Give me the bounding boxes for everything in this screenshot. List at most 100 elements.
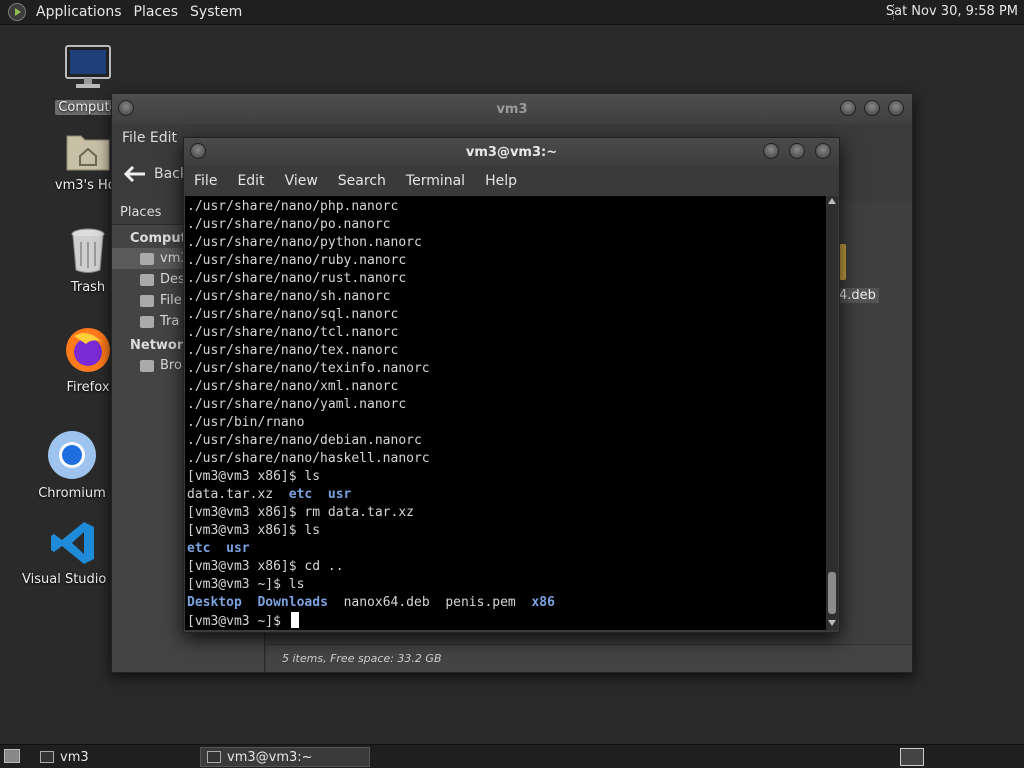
top-panel: Applications Places System Sat Nov 30, 9… — [0, 0, 1024, 25]
terminal-line: ./usr/share/nano/ruby.nanorc — [187, 253, 407, 268]
status-bar: 5 items, Free space: 33.2 GB — [266, 644, 912, 672]
sidebar-item-label: Tra — [160, 314, 180, 329]
firefox-icon — [66, 328, 110, 372]
terminal-line: ./usr/share/nano/python.nanorc — [187, 235, 422, 250]
terminal-line: Desktop Downloads nanox64.deb penis.pem … — [187, 594, 825, 612]
file-manager-titlebar[interactable]: vm3 — [112, 94, 912, 124]
taskbar-label: vm3 — [60, 749, 89, 765]
menu-places[interactable]: Places — [128, 4, 185, 20]
terminal-prompt-line[interactable]: [vm3@vm3 ~]$ — [187, 612, 825, 630]
terminal-window[interactable]: vm3@vm3:~ File Edit View Search Terminal… — [183, 137, 840, 633]
menu-file[interactable]: File — [194, 173, 217, 189]
terminal-line: ./usr/share/nano/xml.nanorc — [187, 379, 399, 394]
drive-icon — [140, 294, 154, 307]
ls-dir: Desktop — [187, 595, 242, 610]
file-manager-menubar[interactable]: File Edit — [122, 130, 177, 146]
scrollbar-thumb[interactable] — [828, 572, 836, 614]
terminal-line: ./usr/share/nano/debian.nanorc — [187, 433, 422, 448]
window-menu-button[interactable] — [190, 143, 206, 159]
terminal-line: ./usr/share/nano/sql.nanorc — [187, 307, 399, 322]
home-icon — [140, 252, 154, 265]
bottom-panel: vm3 vm3@vm3:~ — [0, 744, 1024, 768]
terminal-line: ./usr/bin/rnano — [187, 415, 305, 430]
prompt: [vm3@vm3 ~]$ — [187, 614, 289, 629]
maximize-button[interactable] — [789, 143, 805, 159]
text-cursor — [290, 612, 299, 628]
sidebar-item-label: Bro — [160, 358, 182, 373]
terminal-line: [vm3@vm3 x86]$ cd .. — [187, 559, 344, 574]
ls-dir: etc — [187, 541, 211, 556]
terminal-line: ./usr/share/nano/sh.nanorc — [187, 289, 391, 304]
back-button[interactable]: Back — [124, 166, 188, 182]
ls-file: nanox64.deb — [343, 595, 430, 610]
show-desktop-icon[interactable] — [4, 749, 20, 763]
workspace-switcher[interactable] — [900, 748, 924, 766]
desktop-icon-label: Firefox — [66, 380, 110, 395]
terminal-line: ./usr/share/nano/yaml.nanorc — [187, 397, 407, 412]
back-arrow-icon — [124, 166, 145, 182]
menu-help[interactable]: Help — [485, 173, 517, 189]
terminal-line: [vm3@vm3 x86]$ ls — [187, 469, 321, 484]
applications-icon[interactable] — [8, 3, 26, 21]
close-button[interactable] — [888, 100, 904, 116]
minimize-button[interactable] — [840, 100, 856, 116]
ls-dir: Downloads — [257, 595, 328, 610]
scroll-up-arrow-icon[interactable] — [828, 198, 836, 204]
terminal-scrollbar[interactable] — [826, 196, 838, 630]
sidebar-item-label: File — [160, 293, 182, 308]
terminal-line: ./usr/share/nano/tex.nanorc — [187, 343, 399, 358]
trash-icon — [140, 315, 154, 328]
terminal-line: ./usr/share/nano/rust.nanorc — [187, 271, 407, 286]
desktop-icon-label: Trash — [70, 280, 106, 295]
terminal-line: [vm3@vm3 x86]$ rm data.tar.xz — [187, 505, 414, 520]
terminal-menubar: File Edit View Search Terminal Help — [184, 166, 839, 196]
window-title: vm3@vm3:~ — [465, 145, 558, 160]
clock[interactable]: Sat Nov 30, 9:58 PM — [886, 4, 1018, 19]
menu-edit[interactable]: Edit — [237, 173, 264, 189]
terminal-line: ./usr/share/nano/texinfo.nanorc — [187, 361, 430, 376]
sidebar-item-label: Des — [160, 272, 185, 287]
vscode-icon — [51, 522, 94, 564]
file-item-label[interactable]: 4.deb — [836, 288, 879, 303]
ls-dir: x86 — [531, 595, 555, 610]
desktop-icon-label: Chromium — [38, 486, 106, 501]
terminal-output[interactable]: ./usr/share/nano/php.nanorc ./usr/share/… — [185, 196, 827, 630]
close-button[interactable] — [815, 143, 831, 159]
terminal-titlebar[interactable]: vm3@vm3:~ — [184, 138, 839, 166]
terminal-line: [vm3@vm3 x86]$ ls — [187, 523, 321, 538]
chromium-icon — [48, 431, 96, 479]
terminal-line: ./usr/share/nano/haskell.nanorc — [187, 451, 430, 466]
home-folder-icon — [66, 135, 110, 171]
desktop-icon — [140, 273, 154, 286]
taskbar-label: vm3@vm3:~ — [227, 749, 313, 765]
taskbar-item-file-manager[interactable]: vm3 — [34, 747, 95, 767]
ls-dir: usr — [327, 487, 352, 502]
ls-file: data.tar.xz — [187, 487, 274, 502]
terminal-line: etc usr — [187, 540, 825, 558]
window-title: vm3 — [496, 102, 528, 117]
terminal-icon — [207, 751, 221, 763]
computer-icon — [65, 45, 111, 88]
ls-dir: usr — [226, 541, 250, 556]
terminal-line: ./usr/share/nano/tcl.nanorc — [187, 325, 399, 340]
scroll-down-arrow-icon[interactable] — [828, 620, 836, 626]
ls-file: penis.pem — [445, 595, 516, 610]
terminal-line: ./usr/share/nano/php.nanorc — [187, 199, 399, 214]
terminal-line: data.tar.xz etc usr — [187, 486, 825, 504]
maximize-button[interactable] — [864, 100, 880, 116]
trash-icon — [71, 228, 105, 273]
folder-icon — [40, 751, 54, 763]
minimize-button[interactable] — [763, 143, 779, 159]
terminal-line: [vm3@vm3 ~]$ ls — [187, 577, 305, 592]
menu-applications[interactable]: Applications — [30, 4, 128, 20]
menu-terminal[interactable]: Terminal — [406, 173, 465, 189]
ls-dir: etc — [288, 487, 313, 502]
menu-search[interactable]: Search — [338, 173, 386, 189]
menu-view[interactable]: View — [285, 173, 318, 189]
menu-system[interactable]: System — [184, 4, 248, 20]
window-menu-button[interactable] — [118, 100, 134, 116]
desktop-icon-chromium[interactable]: Chromium — [22, 430, 122, 501]
network-icon — [140, 359, 154, 372]
terminal-line: ./usr/share/nano/po.nanorc — [187, 217, 391, 232]
taskbar-item-terminal[interactable]: vm3@vm3:~ — [200, 747, 370, 767]
